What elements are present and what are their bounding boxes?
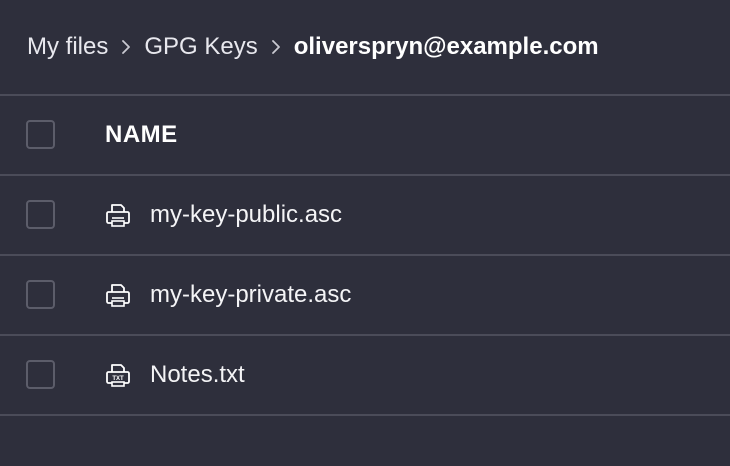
row-checkbox[interactable] <box>26 360 55 389</box>
printer-file-icon <box>104 281 132 309</box>
file-name: Notes.txt <box>150 361 245 388</box>
divider <box>0 414 730 416</box>
table-row[interactable]: TXT Notes.txt <box>0 336 730 414</box>
breadcrumb: My files GPG Keys oliverspryn@example.co… <box>27 28 599 66</box>
txt-file-icon: TXT <box>104 361 132 389</box>
file-name: my-key-private.asc <box>150 281 352 308</box>
file-link[interactable]: my-key-public.asc <box>104 176 342 254</box>
breadcrumb-current-folder: oliverspryn@example.com <box>293 33 599 60</box>
breadcrumb-gpg-keys[interactable]: GPG Keys <box>144 33 257 61</box>
breadcrumb-my-files[interactable]: My files <box>27 33 108 61</box>
table-row[interactable]: my-key-public.asc <box>0 176 730 254</box>
file-browser: My files GPG Keys oliverspryn@example.co… <box>0 0 730 466</box>
chevron-right-icon <box>258 40 294 54</box>
row-checkbox[interactable] <box>26 280 55 309</box>
txt-file-icon-text: TXT <box>112 376 124 382</box>
select-all-checkbox[interactable] <box>26 120 55 149</box>
printer-file-icon <box>104 201 132 229</box>
chevron-right-icon <box>108 40 144 54</box>
file-link[interactable]: TXT Notes.txt <box>104 336 245 414</box>
column-header-name[interactable]: NAME <box>105 96 178 174</box>
file-name: my-key-public.asc <box>150 201 343 228</box>
table-header: NAME <box>0 96 730 174</box>
table-row[interactable]: my-key-private.asc <box>0 256 730 334</box>
file-link[interactable]: my-key-private.asc <box>104 256 351 334</box>
row-checkbox[interactable] <box>26 200 55 229</box>
